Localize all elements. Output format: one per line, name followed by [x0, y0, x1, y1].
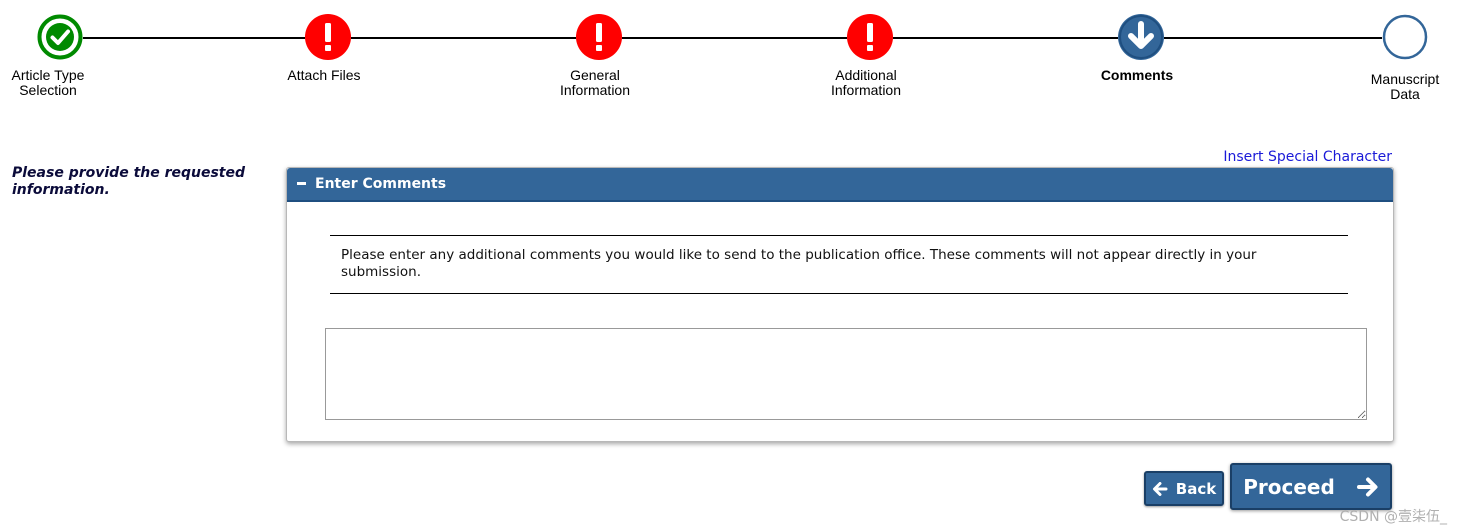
- panel-header[interactable]: Enter Comments: [287, 168, 1393, 202]
- watermark-text: CSDN @壹柒伍_: [1339, 509, 1447, 525]
- step-attach-files[interactable]: Attach Files: [258, 14, 398, 83]
- instruction-text: Please provide the requested information…: [12, 165, 246, 198]
- arrow-left-icon: [1152, 481, 1168, 496]
- collapse-icon[interactable]: [297, 181, 306, 185]
- step-general-information[interactable]: General Information: [529, 14, 669, 98]
- step-label: Additional Information: [830, 67, 902, 98]
- exclamation-icon: [305, 14, 351, 60]
- step-additional-information[interactable]: Additional Information: [800, 14, 940, 98]
- exclamation-icon: [847, 14, 893, 60]
- exclamation-icon: [576, 14, 622, 60]
- checkmark-icon: [37, 14, 83, 60]
- back-button-label: Back: [1175, 479, 1217, 498]
- progress-stepper: Article Type Selection Attach Files Gene…: [0, 0, 1461, 110]
- back-button[interactable]: Back: [1144, 471, 1224, 506]
- step-manuscript-data[interactable]: Manuscript Data: [1335, 14, 1461, 102]
- panel-title: Enter Comments: [315, 176, 447, 192]
- empty-circle-icon: [1382, 14, 1428, 60]
- comments-instructions: Please enter any additional comments you…: [330, 235, 1348, 294]
- enter-comments-panel: Enter Comments Please enter any addition…: [286, 167, 1394, 442]
- arrow-right-icon: [1356, 477, 1378, 496]
- arrow-down-icon: [1118, 14, 1164, 60]
- proceed-button-label: Proceed: [1243, 474, 1335, 499]
- comments-textarea[interactable]: [325, 328, 1367, 420]
- step-label: Attach Files: [287, 67, 361, 83]
- insert-special-character-link[interactable]: Insert Special Character: [1223, 149, 1392, 165]
- step-label-current: Comments: [1100, 67, 1174, 83]
- step-label: Article Type Selection: [11, 67, 85, 98]
- proceed-button[interactable]: Proceed: [1230, 463, 1392, 510]
- step-article-type-selection[interactable]: Article Type Selection: [0, 14, 130, 98]
- step-label: Manuscript Data: [1370, 71, 1440, 102]
- step-comments[interactable]: Comments: [1071, 14, 1211, 83]
- step-label: General Information: [559, 67, 631, 98]
